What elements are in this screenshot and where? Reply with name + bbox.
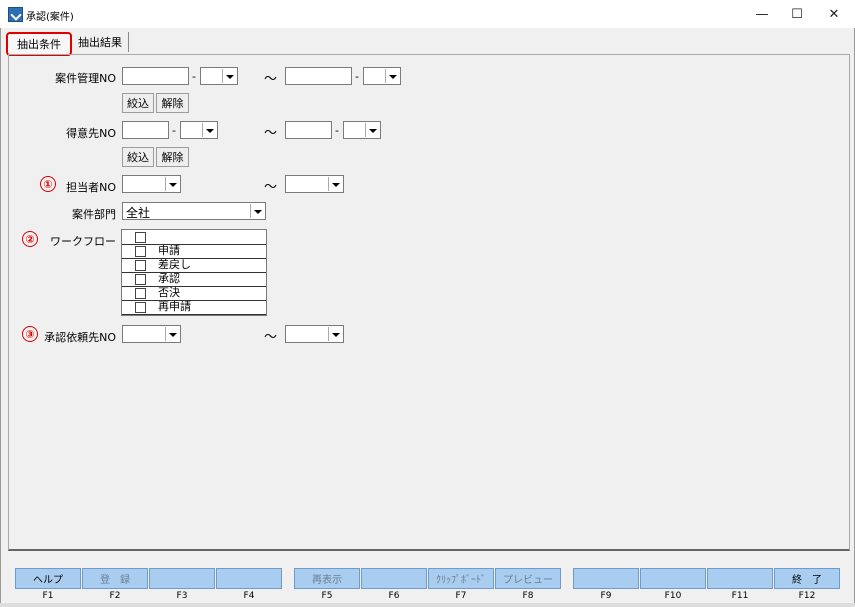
case-no-label: 案件管理NO bbox=[55, 72, 116, 85]
case-no-clear-button[interactable]: 解除 bbox=[156, 93, 189, 113]
close-button[interactable]: ✕ bbox=[816, 0, 852, 28]
chevron-down-icon bbox=[165, 177, 179, 191]
maximize-button[interactable]: ☐ bbox=[779, 0, 815, 28]
workflow-item[interactable]: 申請 bbox=[122, 244, 266, 259]
app-icon bbox=[8, 7, 23, 22]
range-tilde: ～ bbox=[264, 330, 278, 345]
client-no-to-branch-select[interactable] bbox=[343, 121, 381, 139]
checkbox[interactable] bbox=[135, 260, 146, 271]
chevron-down-icon bbox=[165, 327, 179, 341]
case-no-to-input[interactable] bbox=[285, 67, 352, 85]
workflow-item[interactable]: 承認 bbox=[122, 272, 266, 287]
dept-select-value: 全社 bbox=[126, 206, 151, 220]
case-no-from-branch-select[interactable] bbox=[200, 67, 238, 85]
title-bar bbox=[0, 0, 855, 28]
f1-key-label: F1 bbox=[42, 591, 54, 601]
workflow-item[interactable]: 再申請 bbox=[122, 300, 266, 315]
f7-key-label: F7 bbox=[455, 591, 467, 601]
chevron-down-icon bbox=[365, 123, 379, 137]
annotation-marker-3: ③ bbox=[22, 326, 38, 342]
f12-exit-button[interactable]: 終 了 bbox=[774, 568, 840, 589]
approver-no-from-select[interactable] bbox=[122, 325, 181, 343]
f1-help-button[interactable]: ヘルプ bbox=[15, 568, 81, 589]
case-no-filter-button[interactable]: 絞込 bbox=[122, 93, 154, 113]
chevron-down-icon bbox=[328, 327, 342, 341]
f7-clipboard-button[interactable]: ｸﾘｯﾌﾟﾎﾞｰﾄﾞ bbox=[428, 568, 494, 589]
client-no-clear-button[interactable]: 解除 bbox=[156, 147, 189, 167]
range-tilde: ～ bbox=[264, 126, 278, 141]
f8-key-label: F8 bbox=[522, 591, 534, 601]
dept-select[interactable]: 全社 bbox=[122, 202, 266, 220]
dash-sep: - bbox=[355, 70, 359, 83]
f12-key-label: F12 bbox=[798, 591, 816, 601]
chevron-down-icon bbox=[328, 177, 342, 191]
f9-button[interactable] bbox=[573, 568, 639, 589]
checkbox[interactable] bbox=[135, 274, 146, 285]
approver-no-label: 承認依頼先NO bbox=[44, 331, 116, 344]
workflow-item[interactable] bbox=[122, 230, 266, 245]
f8-preview-button[interactable]: プレビュー bbox=[495, 568, 561, 589]
f4-button[interactable] bbox=[216, 568, 282, 589]
chevron-down-icon bbox=[202, 123, 216, 137]
staff-no-from-select[interactable] bbox=[122, 175, 181, 193]
f11-button[interactable] bbox=[707, 568, 773, 589]
staff-no-label: 担当者NO bbox=[66, 181, 116, 194]
f9-key-label: F9 bbox=[600, 591, 612, 601]
annotation-marker-2: ② bbox=[22, 231, 38, 247]
client-no-filter-button[interactable]: 絞込 bbox=[122, 147, 154, 167]
f5-key-label: F5 bbox=[321, 591, 333, 601]
annotation-marker-1: ① bbox=[40, 176, 56, 192]
tab-extract-results[interactable]: 抽出結果 bbox=[72, 32, 129, 52]
minimize-button[interactable]: — bbox=[744, 0, 780, 28]
workflow-checklist[interactable]: 申請 差戻し 承認 否決 再申請 bbox=[121, 229, 267, 316]
tab-extract-conditions[interactable]: 抽出条件 bbox=[6, 32, 72, 56]
checkbox[interactable] bbox=[135, 302, 146, 313]
checkbox[interactable] bbox=[135, 232, 146, 243]
dash-sep: - bbox=[192, 70, 196, 83]
range-tilde: ～ bbox=[264, 72, 278, 87]
dept-label: 案件部門 bbox=[72, 208, 116, 221]
f10-key-label: F10 bbox=[664, 591, 682, 601]
f10-button[interactable] bbox=[640, 568, 706, 589]
chevron-down-icon bbox=[250, 204, 264, 218]
f2-key-label: F2 bbox=[109, 591, 121, 601]
case-no-to-branch-select[interactable] bbox=[363, 67, 401, 85]
chevron-down-icon bbox=[385, 69, 399, 83]
f4-key-label: F4 bbox=[243, 591, 255, 601]
case-no-from-input[interactable] bbox=[122, 67, 189, 85]
f3-button[interactable] bbox=[149, 568, 215, 589]
client-no-label: 得意先NO bbox=[66, 127, 116, 140]
checkbox[interactable] bbox=[135, 246, 146, 257]
range-tilde: ～ bbox=[264, 180, 278, 195]
client-no-to-input[interactable] bbox=[285, 121, 332, 139]
dash-sep: - bbox=[172, 124, 176, 137]
bottom-edge bbox=[0, 603, 855, 607]
chevron-down-icon bbox=[222, 69, 236, 83]
f6-key-label: F6 bbox=[388, 591, 400, 601]
checkbox[interactable] bbox=[135, 288, 146, 299]
f6-button[interactable] bbox=[361, 568, 427, 589]
dash-sep: - bbox=[335, 124, 339, 137]
f2-register-button[interactable]: 登 録 bbox=[82, 568, 148, 589]
workflow-item[interactable]: 差戻し bbox=[122, 258, 266, 273]
f11-key-label: F11 bbox=[731, 591, 749, 601]
workflow-item[interactable]: 否決 bbox=[122, 286, 266, 301]
f3-key-label: F3 bbox=[176, 591, 188, 601]
client-no-from-branch-select[interactable] bbox=[180, 121, 218, 139]
window-title: 承認(案件) bbox=[26, 12, 74, 23]
workflow-label: ワークフロー bbox=[50, 235, 116, 248]
f5-refresh-button[interactable]: 再表示 bbox=[294, 568, 360, 589]
staff-no-to-select[interactable] bbox=[285, 175, 344, 193]
approver-no-to-select[interactable] bbox=[285, 325, 344, 343]
client-no-from-input[interactable] bbox=[122, 121, 169, 139]
